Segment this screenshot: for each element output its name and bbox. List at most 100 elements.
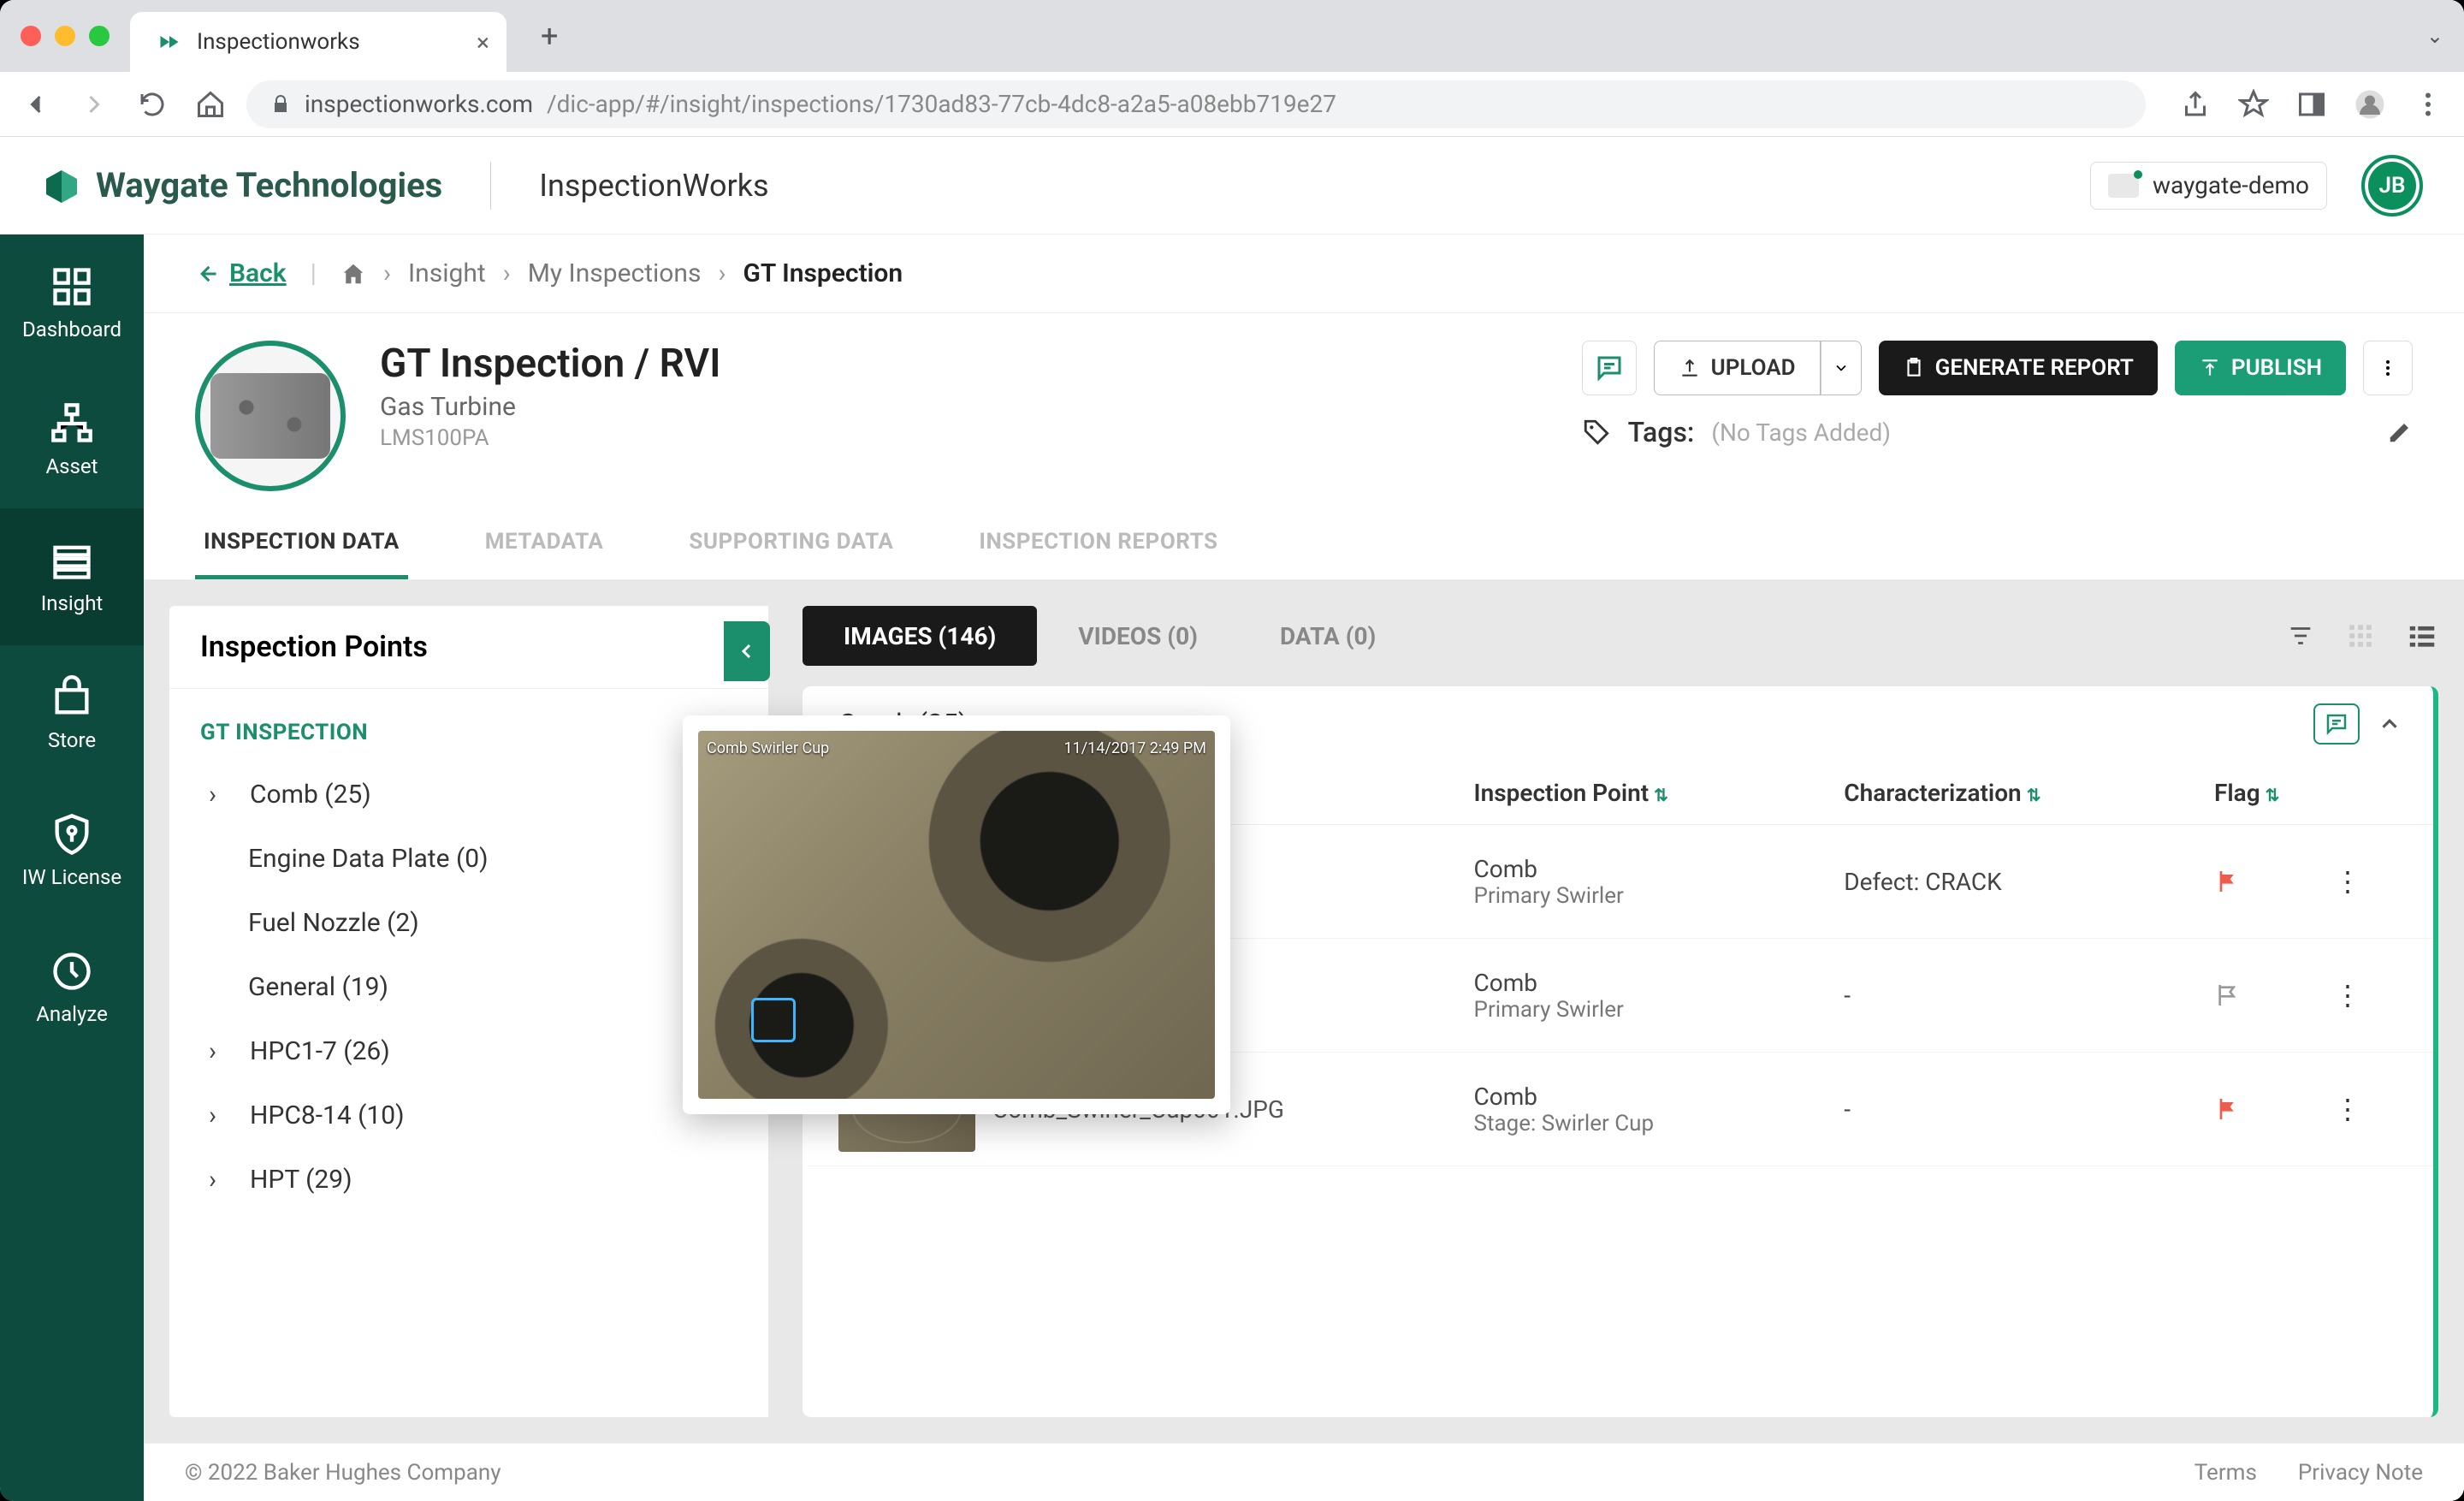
breadcrumb-current: GT Inspection xyxy=(743,258,903,288)
footer-privacy[interactable]: Privacy Note xyxy=(2298,1460,2423,1486)
page-subtitle: Gas Turbine xyxy=(380,392,721,422)
divider xyxy=(490,162,491,210)
user-avatar[interactable]: JB xyxy=(2361,155,2423,217)
image-icon xyxy=(2108,174,2139,198)
sidebar-item-store[interactable]: Store xyxy=(0,645,144,782)
brand-logo-icon xyxy=(41,165,82,206)
ip-section-header: GT INSPECTION xyxy=(200,720,737,745)
sidebar-label: Insight xyxy=(41,591,104,615)
media-tab-images[interactable]: IMAGES (146) xyxy=(803,606,1037,666)
browser-menu-icon[interactable] xyxy=(2413,89,2443,120)
browser-tab[interactable]: Inspectionworks × xyxy=(130,12,506,72)
tab-inspection-reports[interactable]: INSPECTION REPORTS xyxy=(970,512,1226,579)
back-link[interactable]: Back xyxy=(195,258,287,288)
share-icon[interactable] xyxy=(2180,89,2211,120)
media-tab-videos[interactable]: VIDEOS (0) xyxy=(1037,606,1239,666)
url-path: /dic-app/#/insight/inspections/1730ad83-… xyxy=(547,90,1336,118)
tenant-name: waygate-demo xyxy=(2153,171,2309,199)
profile-icon[interactable] xyxy=(2354,89,2385,120)
collapse-card-icon[interactable] xyxy=(2377,711,2402,737)
close-tab-icon[interactable]: × xyxy=(477,28,489,56)
collapse-panel-button[interactable] xyxy=(724,621,770,681)
detail-tabs: INSPECTION DATA METADATA SUPPORTING DATA… xyxy=(144,491,2464,580)
col-characterization[interactable]: Characterization⇅ xyxy=(1844,779,2214,807)
generate-report-button[interactable]: GENERATE REPORT xyxy=(1879,341,2158,395)
upload-button[interactable]: UPLOAD xyxy=(1654,341,1862,395)
chevron-right-icon: › xyxy=(209,780,233,810)
tab-title: Inspectionworks xyxy=(197,29,360,55)
address-bar[interactable]: inspectionworks.com/dic-app/#/insight/in… xyxy=(246,80,2146,128)
sidebar-label: Analyze xyxy=(36,1002,108,1026)
ip-item[interactable]: ›Comb (25) xyxy=(200,762,737,827)
nav-back-icon[interactable] xyxy=(21,89,51,120)
page-title-row: GT Inspection / RVI Gas Turbine LMS100PA xyxy=(144,313,2464,491)
chevron-up-icon xyxy=(2377,711,2402,737)
sidebar-item-insight[interactable]: Insight xyxy=(0,508,144,645)
upload-dropdown[interactable] xyxy=(1821,341,1862,395)
comments-button[interactable] xyxy=(1582,341,1637,395)
breadcrumb-item[interactable]: Insight xyxy=(408,258,486,288)
ip-item[interactable]: Engine Data Plate (0) xyxy=(200,827,737,891)
tags-row: Tags: (No Tags Added) xyxy=(1582,416,2413,448)
tab-metadata[interactable]: METADATA xyxy=(477,512,613,579)
image-group-card: Comb (25) File Name⇅ Inspection Point⇅ C… xyxy=(803,686,2438,1417)
grid-view-icon[interactable] xyxy=(2346,621,2375,650)
flag-icon xyxy=(2214,868,2242,895)
tenant-selector[interactable]: waygate-demo xyxy=(2090,162,2327,210)
sidebar-item-license[interactable]: IW License xyxy=(0,782,144,919)
nav-forward-icon[interactable] xyxy=(79,89,110,120)
new-tab-button[interactable]: + xyxy=(541,18,558,54)
footer-terms[interactable]: Terms xyxy=(2194,1460,2257,1486)
preview-label: Comb Swirler Cup xyxy=(803,739,829,757)
bookmark-star-icon[interactable] xyxy=(2238,89,2269,120)
sidebar-item-dashboard[interactable]: Dashboard xyxy=(0,234,144,371)
col-flag[interactable]: Flag⇅ xyxy=(2214,779,2334,807)
data-area: IMAGES (146) VIDEOS (0) DATA (0) Comb (2… xyxy=(803,606,2438,1417)
pencil-icon xyxy=(2387,419,2413,445)
row-more-button[interactable]: ⋮ xyxy=(2334,1093,2361,1125)
ip-item[interactable]: ›HPT (29) xyxy=(200,1148,737,1212)
list-view-icon[interactable] xyxy=(2406,620,2438,652)
chevron-right-icon: › xyxy=(209,1101,233,1130)
panel-icon[interactable] xyxy=(2296,89,2327,120)
tab-inspection-data[interactable]: INSPECTION DATA xyxy=(195,512,408,579)
preview-timestamp: 11/14/2017 2:49 PM xyxy=(1064,739,1207,757)
edit-tags-button[interactable] xyxy=(2387,419,2413,445)
breadcrumb-item[interactable]: My Inspections xyxy=(528,258,702,288)
ip-item[interactable]: ›HPC1-7 (26) xyxy=(200,1019,737,1083)
sidebar-item-asset[interactable]: Asset xyxy=(0,371,144,508)
favicon xyxy=(156,28,183,56)
sidebar-label: Asset xyxy=(45,454,98,478)
sidebar: Dashboard Asset Insight Store IW License… xyxy=(0,234,144,1501)
breadcrumb-home-icon[interactable] xyxy=(341,261,366,287)
upload-icon xyxy=(1679,357,1701,379)
row-more-button[interactable]: ⋮ xyxy=(2334,979,2361,1012)
chevron-down-icon xyxy=(1833,359,1850,377)
chevron-right-icon: › xyxy=(209,1036,233,1066)
close-window[interactable] xyxy=(21,26,41,46)
media-tab-data[interactable]: DATA (0) xyxy=(1239,606,1417,666)
row-more-button[interactable]: ⋮ xyxy=(2334,865,2361,898)
reload-icon[interactable] xyxy=(137,89,168,120)
url-host: inspectionworks.com xyxy=(305,90,533,118)
sidebar-item-analyze[interactable]: Analyze xyxy=(0,919,144,1056)
filter-icon[interactable] xyxy=(2286,621,2315,650)
tabs-overflow-icon[interactable]: ⌄ xyxy=(2426,24,2443,48)
browser-tab-bar: Inspectionworks × + ⌄ xyxy=(0,0,2464,72)
maximize-window[interactable] xyxy=(89,26,110,46)
sidebar-label: Dashboard xyxy=(22,317,121,341)
ip-item[interactable]: ›HPC8-14 (10) xyxy=(200,1083,737,1148)
sidebar-label: IW License xyxy=(22,865,121,889)
home-icon[interactable] xyxy=(195,89,226,120)
ip-item[interactable]: Fuel Nozzle (2) xyxy=(200,891,737,955)
publish-button[interactable]: PUBLISH xyxy=(2175,341,2346,395)
col-inspection-point[interactable]: Inspection Point⇅ xyxy=(1474,779,1845,807)
chat-icon xyxy=(2324,711,2349,737)
more-actions-button[interactable] xyxy=(2363,341,2413,395)
breadcrumb: Back | › Insight › My Inspections › GT I… xyxy=(144,234,2464,313)
tab-supporting-data[interactable]: SUPPORTING DATA xyxy=(680,512,902,579)
ip-item[interactable]: General (19) xyxy=(200,955,737,1019)
brand[interactable]: Waygate Technologies xyxy=(41,165,442,206)
card-comments-button[interactable] xyxy=(2313,703,2360,745)
minimize-window[interactable] xyxy=(55,26,75,46)
